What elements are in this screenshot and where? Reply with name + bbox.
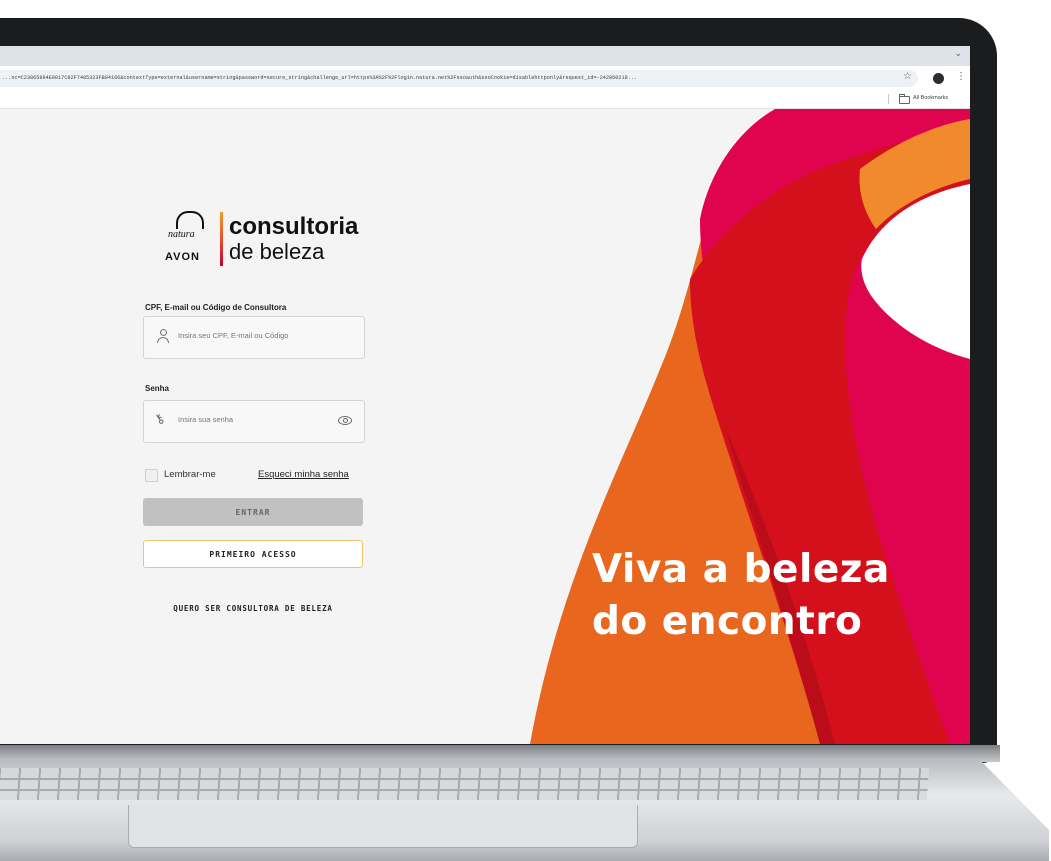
bookmarks-bar: All Bookmarks — [0, 91, 970, 109]
login-button[interactable]: ENTRAR — [143, 498, 363, 526]
browser-tabstrip: ⌄ — [0, 46, 970, 66]
profile-avatar-icon[interactable] — [933, 73, 944, 84]
password-field-label: Senha — [145, 384, 170, 393]
login-field-label: CPF, E-mail ou Código de Consultora — [145, 303, 287, 312]
hero-slogan-line-2: do encontro — [592, 599, 863, 644]
password-input[interactable] — [178, 415, 338, 424]
logo-divider — [220, 212, 223, 266]
natura-sprout-icon — [176, 211, 204, 229]
address-bar[interactable]: ...nc=C23865894E9817C82F7485323FB04166&c… — [0, 70, 918, 87]
password-field[interactable]: ⚷ — [143, 400, 365, 443]
laptop-trackpad — [128, 805, 638, 848]
laptop-hinge — [0, 745, 1000, 762]
url-text[interactable]: ...nc=C23865894E9817C82F7485323FB04166&c… — [2, 74, 882, 83]
browser-toolbar: ...nc=C23865894E9817C82F7485323FB04166&c… — [0, 66, 970, 91]
remember-me-label[interactable]: Lembrar-me — [164, 469, 216, 480]
login-page: natura AVON consultoria de beleza CPF, E… — [0, 109, 970, 744]
all-bookmarks-link[interactable]: All Bookmarks — [913, 95, 948, 101]
hero-slogan: Viva a beleza do encontro — [592, 544, 932, 648]
laptop-screen: ⌄ ...nc=C23865894E9817C82F7485323FB04166… — [0, 46, 970, 744]
tab-search-chevron-icon[interactable]: ⌄ — [954, 49, 962, 59]
bookmark-star-icon[interactable]: ☆ — [903, 71, 912, 82]
hero-slogan-line-1: Viva a beleza — [592, 547, 890, 592]
avon-wordmark: AVON — [165, 251, 200, 263]
user-icon — [157, 329, 169, 343]
remember-me-checkbox[interactable] — [145, 469, 158, 482]
bookmarks-separator — [888, 94, 889, 104]
become-consultant-link[interactable]: QUERO SER CONSULTORA DE BELEZA — [143, 604, 363, 613]
show-password-eye-icon[interactable] — [338, 416, 352, 425]
logo-title: consultoria — [229, 213, 359, 240]
login-field[interactable] — [143, 316, 365, 359]
first-access-button[interactable]: PRIMEIRO ACESSO — [143, 540, 363, 568]
key-icon: ⚷ — [151, 410, 168, 429]
forgot-password-link[interactable]: Esqueci minha senha — [258, 469, 349, 480]
natura-wordmark: natura — [168, 229, 195, 240]
browser-menu-icon[interactable]: ⋮ — [956, 71, 966, 82]
natura-avon-logo: natura AVON — [162, 211, 222, 267]
login-input[interactable] — [178, 331, 338, 340]
folder-icon[interactable] — [899, 94, 910, 104]
laptop-keyboard — [0, 768, 930, 800]
logo-subtitle: de beleza — [229, 239, 325, 264]
